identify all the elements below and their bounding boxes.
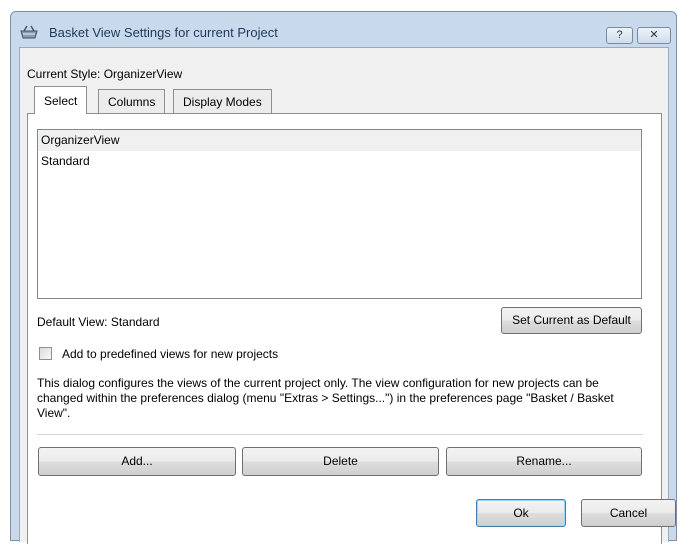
select-tab-panel: OrganizerView Standard Default View: Sta… — [27, 113, 662, 544]
basket-app-icon — [20, 25, 38, 39]
current-style-value: OrganizerView — [103, 67, 183, 81]
cancel-button[interactable]: Cancel — [581, 499, 676, 527]
dialog-body: Current Style: OrganizerView Select Colu… — [19, 47, 676, 544]
close-icon: ✕ — [649, 29, 659, 41]
tab-label: Columns — [108, 95, 156, 109]
list-item[interactable]: OrganizerView — [38, 130, 641, 151]
current-style: Current Style: OrganizerView — [27, 67, 182, 81]
default-view-value: Standard — [110, 315, 160, 329]
current-style-label: Current Style: — [27, 67, 101, 81]
window-title: Basket View Settings for current Project — [49, 25, 278, 40]
tab-display-modes[interactable]: Display Modes — [173, 89, 272, 113]
tab-label: Select — [44, 94, 78, 108]
close-button[interactable]: ✕ — [637, 27, 671, 44]
checkbox-label: Add to predefined views for new projects — [62, 347, 279, 361]
delete-button[interactable]: Delete — [242, 447, 439, 476]
ok-button[interactable]: Ok — [476, 499, 566, 527]
default-view-label: Default View: — [37, 315, 108, 329]
tab-label: Display Modes — [183, 95, 262, 109]
tab-select[interactable]: Select — [34, 86, 88, 114]
rename-button[interactable]: Rename... — [446, 447, 642, 476]
views-listbox[interactable]: OrganizerView Standard — [37, 129, 642, 299]
list-item[interactable]: Standard — [38, 151, 641, 172]
help-button[interactable]: ? — [606, 27, 633, 44]
dialog-window: Basket View Settings for current Project… — [10, 11, 677, 544]
set-current-as-default-button[interactable]: Set Current as Default — [501, 307, 642, 334]
help-icon: ? — [616, 29, 623, 41]
add-to-predefined-checkbox[interactable] — [39, 347, 52, 360]
info-text: This dialog configures the views of the … — [37, 376, 614, 420]
title-bar[interactable]: Basket View Settings for current Project… — [11, 12, 676, 47]
separator — [37, 434, 643, 435]
default-view: Default View: Standard — [37, 315, 160, 329]
tab-columns[interactable]: Columns — [98, 89, 166, 113]
add-button[interactable]: Add... — [38, 447, 236, 476]
